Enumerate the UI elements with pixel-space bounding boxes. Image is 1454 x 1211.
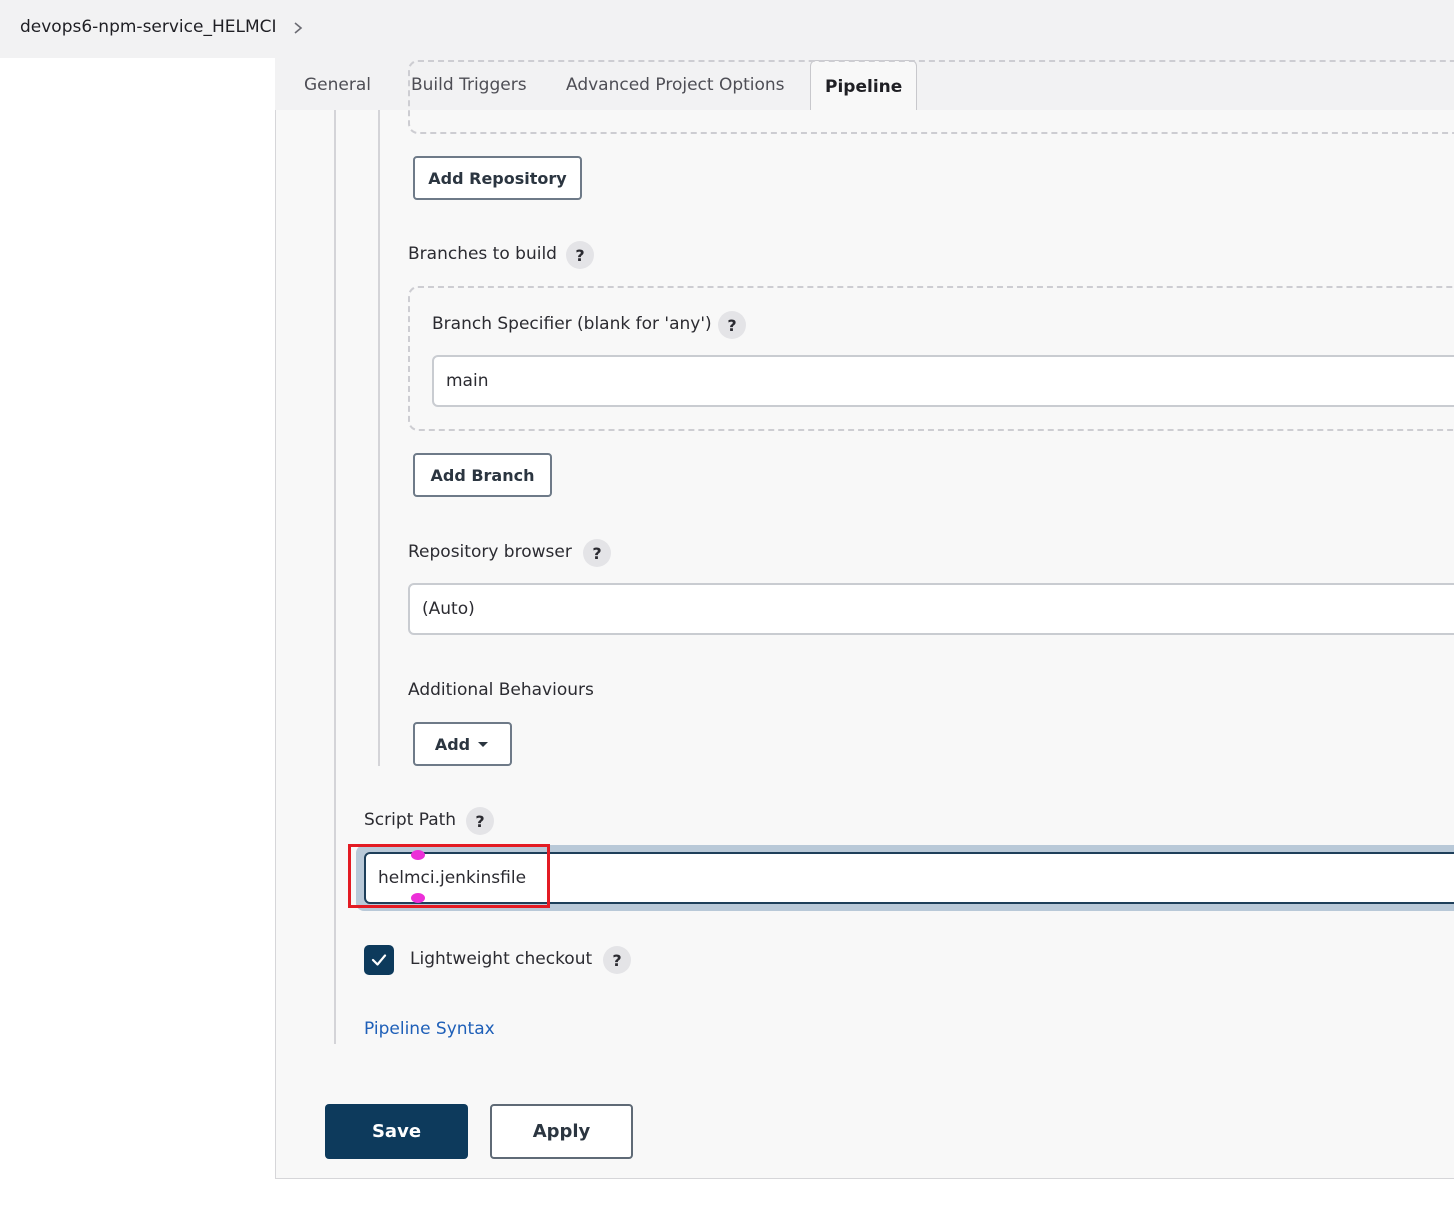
apply-button[interactable]: Apply: [490, 1104, 633, 1159]
scm-section-divider: [378, 110, 380, 766]
cursor-marker: [411, 850, 425, 860]
highlight-box: [348, 844, 550, 908]
section-divider: [334, 110, 336, 1044]
lightweight-checkout-checkbox[interactable]: [364, 945, 394, 975]
chevron-right-icon: [294, 22, 303, 34]
cursor-marker: [411, 893, 425, 903]
add-label: Add: [434, 734, 471, 754]
help-icon[interactable]: ?: [466, 807, 494, 835]
breadcrumb-project-link[interactable]: devops6-npm-service_HELMCI: [20, 17, 277, 37]
script-path-label: Script Path: [364, 810, 457, 830]
branches-label: Branches to build: [408, 244, 557, 264]
branch-specifier-label: Branch Specifier (blank for 'any'): [432, 314, 712, 334]
repository-browser-select[interactable]: (Auto): [408, 583, 1454, 635]
lightweight-checkout-label: Lightweight checkout: [410, 949, 593, 969]
repository-box: [408, 60, 1454, 134]
save-button[interactable]: Save: [325, 1104, 468, 1159]
repository-browser-label: Repository browser: [408, 542, 572, 562]
add-branch-button[interactable]: Add Branch: [413, 453, 552, 497]
pipeline-syntax-link[interactable]: Pipeline Syntax: [364, 1019, 495, 1039]
tab-general[interactable]: General: [304, 75, 371, 95]
checkmark-icon: [371, 954, 387, 966]
help-icon[interactable]: ?: [603, 946, 631, 974]
help-icon[interactable]: ?: [566, 241, 594, 269]
help-icon[interactable]: ?: [583, 539, 611, 567]
add-behaviour-dropdown[interactable]: Add: [413, 722, 512, 766]
breadcrumb-bar: devops6-npm-service_HELMCI: [0, 0, 1454, 58]
add-repository-button[interactable]: Add Repository: [413, 156, 582, 200]
additional-behaviours-label: Additional Behaviours: [408, 680, 594, 700]
caret-down-icon: [478, 742, 489, 747]
branch-specifier-input[interactable]: main: [432, 355, 1454, 407]
help-icon[interactable]: ?: [718, 311, 746, 339]
